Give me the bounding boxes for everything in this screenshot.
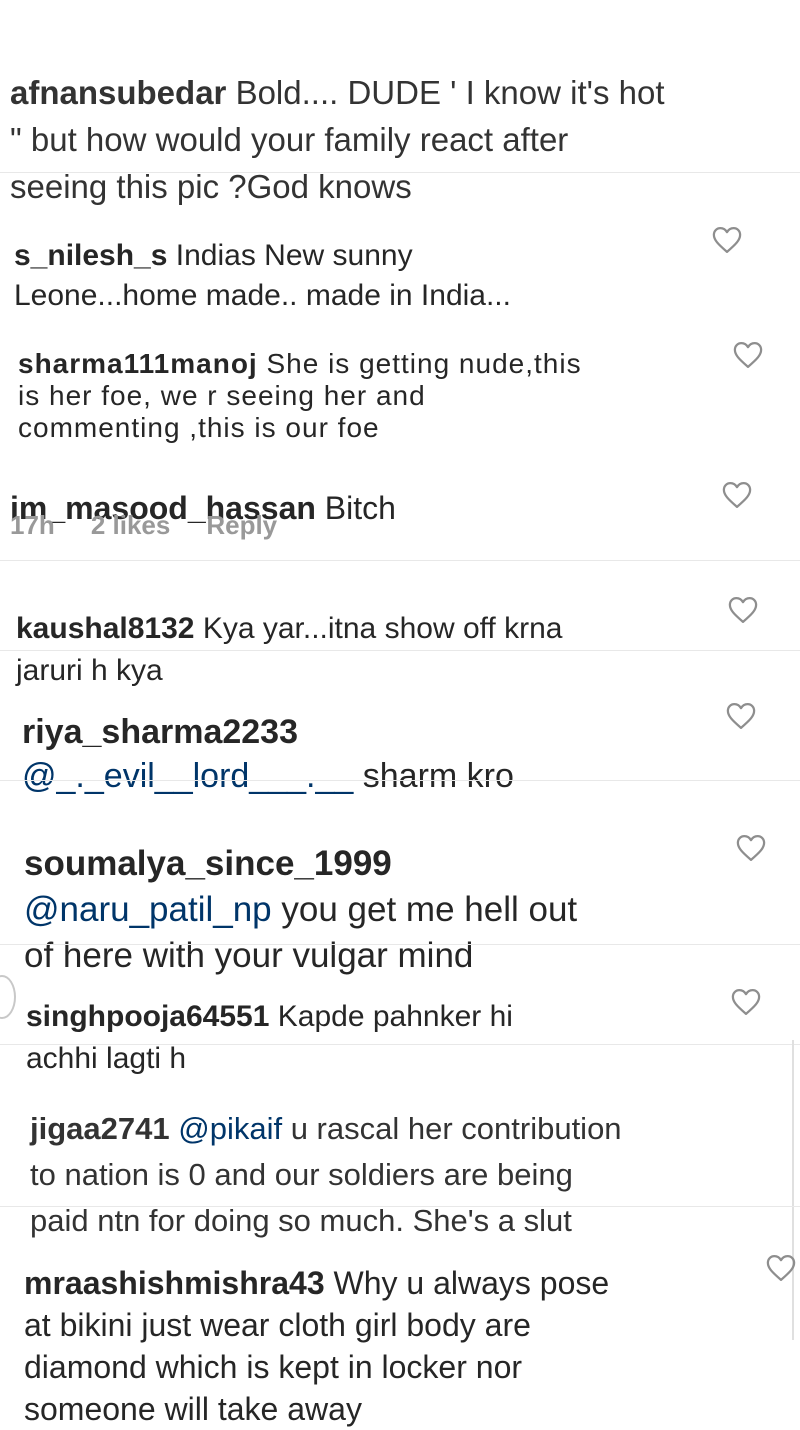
divider <box>0 944 800 945</box>
comment-username[interactable]: afnansubedar <box>10 74 226 111</box>
divider <box>0 650 800 651</box>
avatar <box>0 975 16 1019</box>
like-heart-icon[interactable] <box>712 226 742 254</box>
comment-text: mraashishmishra43 Why u always pose at b… <box>24 1220 609 1430</box>
comment-body: sharm kro <box>362 757 514 795</box>
comment-text: riya_sharma2233 @_._evil__lord___.__ shar… <box>22 666 514 798</box>
comment-mention[interactable]: @_._evil__lord___.__ <box>22 757 353 795</box>
comment-likes[interactable]: 2 likes <box>91 510 171 540</box>
like-heart-icon[interactable] <box>731 988 761 1016</box>
divider <box>0 560 800 561</box>
comment-username[interactable]: riya_sharma2233 <box>22 713 298 751</box>
comment-username[interactable]: singhpooja64551 <box>26 1000 269 1033</box>
like-heart-icon[interactable] <box>726 702 756 730</box>
comment-text: jigaa2741 @pikaif u rascal her contribut… <box>30 1060 622 1244</box>
like-heart-icon[interactable] <box>766 1254 796 1282</box>
like-heart-icon[interactable] <box>736 834 766 862</box>
comment-username[interactable]: s_nilesh_s <box>14 239 167 272</box>
comment-mention[interactable]: @pikaif <box>178 1111 282 1146</box>
comment-body: Bitch <box>324 490 396 526</box>
comment-mention[interactable]: @naru_patil_np <box>24 890 272 929</box>
reply-button[interactable]: Reply <box>206 510 277 540</box>
divider <box>0 780 800 781</box>
comment-username[interactable]: kaushal8132 <box>16 612 194 645</box>
scrollbar[interactable] <box>792 1040 794 1340</box>
comment-text: afnansubedar Bold.... DUDE ' I know it's… <box>10 22 664 210</box>
comment-username[interactable]: mraashishmishra43 <box>24 1265 325 1301</box>
like-heart-icon[interactable] <box>722 481 752 509</box>
comment-meta: 17h 2 likes Reply <box>10 510 313 541</box>
comment-username[interactable]: soumalya_since_1999 <box>24 844 392 883</box>
comment-text: soumalya_since_1999 @naru_patil_np you ge… <box>24 795 577 979</box>
comment-username[interactable]: sharma111manoj <box>18 348 258 379</box>
divider <box>0 172 800 173</box>
comment-text: sharma111manoj She is getting nude,this … <box>18 316 582 444</box>
like-heart-icon[interactable] <box>728 596 758 624</box>
comment-time: 17h <box>10 510 55 540</box>
comment-username[interactable]: jigaa2741 <box>30 1111 170 1146</box>
like-heart-icon[interactable] <box>733 341 763 369</box>
comment-text: s_nilesh_s Indias New sunny Leone...home… <box>14 196 511 316</box>
divider <box>0 1206 800 1207</box>
divider <box>0 1044 800 1045</box>
